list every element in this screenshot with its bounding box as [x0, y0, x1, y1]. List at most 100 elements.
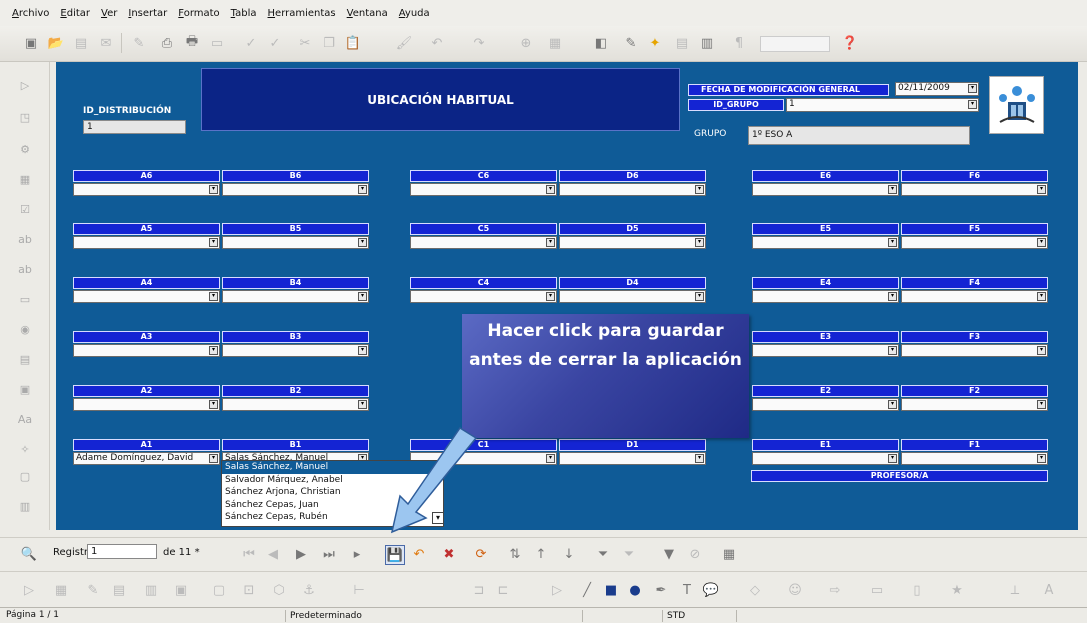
refresh-icon[interactable]: ⟳: [472, 545, 490, 563]
menu-tabla[interactable]: Tabla: [231, 8, 257, 19]
block-arrows-icon[interactable]: ⇨: [826, 581, 844, 599]
chevron-down-icon[interactable]: ▾: [888, 238, 897, 247]
chevron-down-icon[interactable]: ▾: [695, 454, 704, 463]
design-mode-icon[interactable]: ◳: [16, 108, 34, 126]
chevron-down-icon[interactable]: ▾: [888, 400, 897, 409]
undo-record-icon[interactable]: ↶: [410, 545, 428, 563]
chevron-down-icon[interactable]: ▾: [358, 238, 367, 247]
seat-select-b3[interactable]: ▾: [222, 344, 369, 357]
menu-ventana[interactable]: Ventana: [347, 8, 388, 19]
seat-select-d1[interactable]: ▾: [559, 452, 706, 465]
search-record-icon[interactable]: 🔍: [20, 545, 38, 563]
selection-mode[interactable]: STD: [662, 610, 707, 622]
chevron-down-icon[interactable]: ▾: [1037, 346, 1046, 355]
seat-select-a3[interactable]: ▾: [73, 344, 220, 357]
line-icon[interactable]: ╱: [578, 581, 596, 599]
combo-box-icon[interactable]: ▤: [16, 350, 34, 368]
seat-select-e3[interactable]: ▾: [752, 344, 899, 357]
menu-editar[interactable]: Editar: [60, 8, 90, 19]
callout-icon[interactable]: 💬: [702, 581, 720, 599]
chevron-down-icon[interactable]: ▾: [209, 454, 218, 463]
seat-select-a5[interactable]: ▾: [73, 236, 220, 249]
seat-select-b6[interactable]: ▾: [222, 183, 369, 196]
chevron-down-icon[interactable]: ▾: [695, 185, 704, 194]
chevron-down-icon[interactable]: ▾: [358, 400, 367, 409]
freeform-icon[interactable]: ✒: [652, 581, 670, 599]
design-mode-icon[interactable]: ◧: [592, 34, 610, 52]
form-properties-icon[interactable]: ▦: [52, 581, 70, 599]
new-record-icon[interactable]: ▸: [348, 545, 366, 563]
add-field-icon[interactable]: ▥: [142, 581, 160, 599]
seat-select-e6[interactable]: ▾: [752, 183, 899, 196]
chevron-down-icon[interactable]: ▾: [888, 346, 897, 355]
registro-input[interactable]: 1: [87, 544, 157, 559]
chevron-down-icon[interactable]: ▾: [209, 238, 218, 247]
print-icon[interactable]: 🖶: [183, 34, 201, 52]
formatting-marks-icon[interactable]: ¶: [730, 34, 748, 52]
menu-ayuda[interactable]: Ayuda: [399, 8, 430, 19]
seat-select-f4[interactable]: ▾: [901, 290, 1048, 303]
id-distribucion-field[interactable]: 1: [83, 120, 186, 134]
chevron-down-icon[interactable]: ▾: [1037, 292, 1046, 301]
text-icon[interactable]: T: [678, 581, 696, 599]
first-record-icon[interactable]: ⏮: [240, 545, 258, 563]
menu-formato[interactable]: Formato: [178, 8, 219, 19]
seat-select-e2[interactable]: ▾: [752, 398, 899, 411]
last-record-icon[interactable]: ⏭: [320, 545, 338, 563]
data-sources-icon[interactable]: ▥: [698, 34, 716, 52]
hyperlink-icon[interactable]: ⊕: [517, 34, 535, 52]
paste-icon[interactable]: 📋: [344, 34, 362, 52]
position-icon[interactable]: ⬡: [270, 581, 288, 599]
id-grupo-field[interactable]: 1 ▾: [786, 98, 979, 112]
align-icon[interactable]: ⊢: [350, 581, 368, 599]
send-back-icon[interactable]: ⊏: [494, 581, 512, 599]
points-icon[interactable]: ⟂: [1006, 581, 1024, 599]
seat-select-f6[interactable]: ▾: [901, 183, 1048, 196]
seat-select-d4[interactable]: ▾: [559, 290, 706, 303]
save-record-icon[interactable]: 💾: [385, 545, 405, 565]
select-icon[interactable]: ▷: [16, 76, 34, 94]
delete-record-icon[interactable]: ✖: [440, 545, 458, 563]
sort-descending-icon[interactable]: ↓: [560, 545, 578, 563]
copy-icon[interactable]: ❐: [320, 34, 338, 52]
select-icon[interactable]: ▷: [20, 581, 38, 599]
chevron-down-icon[interactable]: ▾: [1037, 400, 1046, 409]
apply-filter-icon[interactable]: ⏷: [620, 545, 638, 563]
chevron-down-icon[interactable]: ▾: [209, 185, 218, 194]
autospell-icon[interactable]: ✓: [266, 34, 284, 52]
rectangle-icon[interactable]: ■: [602, 581, 620, 599]
chevron-down-icon[interactable]: ▾: [209, 400, 218, 409]
bring-front-icon[interactable]: ⊐: [470, 581, 488, 599]
control-properties-icon[interactable]: ⚙: [16, 140, 34, 158]
seat-select-b4[interactable]: ▾: [222, 290, 369, 303]
chevron-down-icon[interactable]: ▾: [546, 238, 555, 247]
chevron-down-icon[interactable]: ▾: [358, 185, 367, 194]
seat-select-f1[interactable]: ▾: [901, 452, 1048, 465]
email-icon[interactable]: ✉: [97, 34, 115, 52]
form-navigator-icon[interactable]: ▣: [172, 581, 190, 599]
fontwork-icon[interactable]: A: [1040, 581, 1058, 599]
help-icon[interactable]: ❓: [841, 34, 859, 52]
wizards-icon[interactable]: ✧: [16, 440, 34, 458]
seat-select-b5[interactable]: ▾: [222, 236, 369, 249]
seat-select-e5[interactable]: ▾: [752, 236, 899, 249]
draw-functions-icon[interactable]: ✎: [622, 34, 640, 52]
chevron-down-icon[interactable]: ▾: [695, 292, 704, 301]
data-to-text-icon[interactable]: ▦: [720, 545, 738, 563]
fecha-field[interactable]: 02/11/2009 ▾: [895, 82, 979, 96]
autofilter-icon[interactable]: ⏷: [594, 545, 612, 563]
seat-select-d5[interactable]: ▾: [559, 236, 706, 249]
edit-file-icon[interactable]: ✎: [130, 34, 148, 52]
seat-select-d6[interactable]: ▾: [559, 183, 706, 196]
new-document-icon[interactable]: ▣: [22, 34, 40, 52]
chevron-down-icon[interactable]: ▾: [546, 454, 555, 463]
menu-herramientas[interactable]: Herramientas: [268, 8, 336, 19]
gallery-icon[interactable]: ▤: [673, 34, 691, 52]
option-button-icon[interactable]: ◉: [16, 320, 34, 338]
zoom-select[interactable]: [760, 36, 830, 52]
chevron-down-icon[interactable]: ▾: [358, 346, 367, 355]
form-properties-icon[interactable]: ▦: [16, 170, 34, 188]
seat-select-c6[interactable]: ▾: [410, 183, 557, 196]
spellcheck-icon[interactable]: ✓: [242, 34, 260, 52]
form-design-icon[interactable]: Aa: [16, 410, 34, 428]
